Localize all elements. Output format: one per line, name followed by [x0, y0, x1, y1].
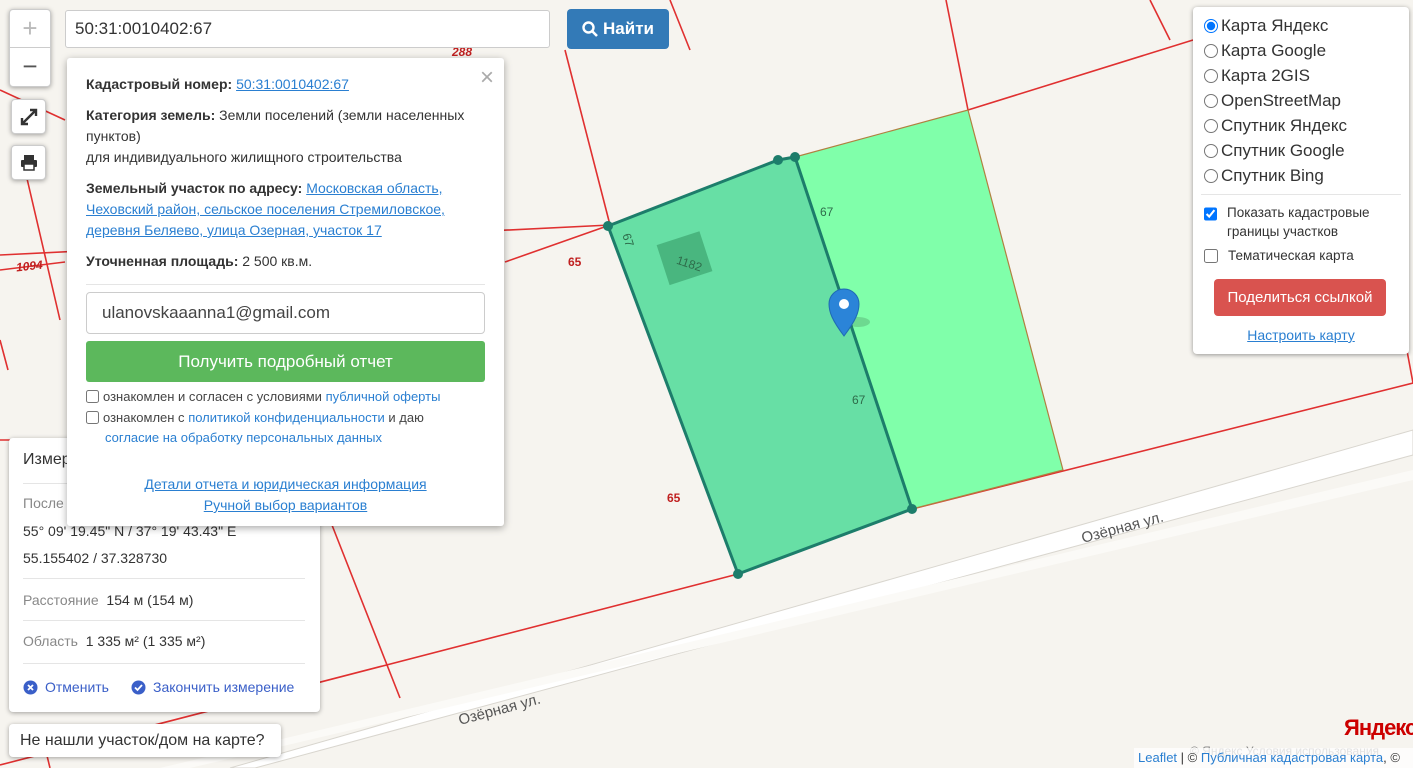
- cadastral-toggle-label: Показать кадастровые границы участков: [1227, 205, 1370, 239]
- cadastral-label: Кадастровый номер:: [86, 76, 233, 92]
- pkk-link[interactable]: Публичная кадастровая карта: [1201, 750, 1383, 765]
- area-label: Область: [23, 633, 78, 649]
- get-report-button[interactable]: Получить подробный отчет: [86, 341, 485, 382]
- divider: [23, 663, 305, 664]
- layer-option[interactable]: Карта Google: [1204, 41, 1326, 61]
- offer-text: ознакомлен и согласен с условиями: [103, 389, 322, 404]
- cadastral-toggle[interactable]: Показать кадастровые границы участков: [1204, 203, 1399, 241]
- search-button[interactable]: Найти: [567, 9, 669, 49]
- layer-label: Карта 2GIS: [1221, 66, 1310, 85]
- configure-map-link[interactable]: Настроить карту: [1247, 327, 1355, 343]
- attribution-sep: | ©: [1180, 750, 1198, 765]
- layer-radio[interactable]: [1204, 69, 1218, 83]
- area-value: 1 335 м² (1 335 м²): [85, 633, 206, 649]
- share-link-button[interactable]: Поделиться ссылкой: [1214, 279, 1386, 316]
- layer-label: Карта Яндекс: [1221, 16, 1329, 35]
- layer-label: Карта Google: [1221, 41, 1327, 60]
- divider: [23, 578, 305, 579]
- map-attribution: Leaflet | © Публичная кадастровая карта,…: [1134, 748, 1413, 768]
- search-button-label: Найти: [603, 19, 654, 38]
- layer-option[interactable]: Карта 2GIS: [1204, 66, 1310, 86]
- distance-label: Расстояние: [23, 592, 99, 608]
- close-popup-button[interactable]: ×: [480, 64, 494, 92]
- zoom-control: + −: [9, 9, 51, 87]
- thematic-toggle-label: Тематическая карта: [1228, 248, 1354, 263]
- print-button[interactable]: [11, 145, 46, 180]
- thematic-checkbox[interactable]: [1204, 249, 1218, 263]
- coords-decimal: 55.155402 / 37.328730: [23, 550, 168, 566]
- finish-measure-button[interactable]: Закончить измерение: [131, 679, 294, 695]
- privacy-text: ознакомлен с: [103, 410, 185, 425]
- layer-option[interactable]: Спутник Google: [1204, 141, 1345, 161]
- offer-checkbox[interactable]: [86, 390, 99, 403]
- layer-option[interactable]: Карта Яндекс: [1204, 16, 1328, 36]
- category-use: для индивидуального жилищного строительс…: [86, 149, 402, 165]
- fullscreen-button[interactable]: [11, 99, 46, 134]
- cancel-icon: [23, 680, 38, 694]
- yandex-logo: Яндекс: [1344, 715, 1413, 740]
- privacy-link[interactable]: политикой конфиденциальности: [188, 410, 385, 425]
- address-label: Земельный участок по адресу:: [86, 180, 303, 196]
- not-found-button[interactable]: Не нашли участок/дом на карте?: [9, 724, 281, 757]
- layer-radio[interactable]: [1204, 144, 1218, 158]
- edge-length-label: 65: [568, 255, 582, 269]
- consent-link[interactable]: согласие на обработку персональных данны…: [105, 430, 382, 445]
- layer-label: Спутник Google: [1221, 141, 1345, 160]
- finish-measure-label: Закончить измерение: [153, 679, 295, 695]
- leaflet-link[interactable]: Leaflet: [1138, 750, 1177, 765]
- area-value: 2 500 кв.м.: [242, 253, 313, 269]
- thematic-toggle[interactable]: Тематическая карта: [1204, 248, 1354, 263]
- edge-length-label: 67: [852, 393, 866, 407]
- privacy-checkbox[interactable]: [86, 411, 99, 424]
- layer-option[interactable]: Спутник Bing: [1204, 166, 1324, 186]
- parcel-info-popup: × Кадастровый номер: 50:31:0010402:67 Ка…: [67, 58, 504, 526]
- manual-select-link[interactable]: Ручной выбор вариантов: [204, 497, 368, 513]
- expand-icon: [20, 108, 37, 125]
- zoom-in-button[interactable]: +: [10, 10, 50, 48]
- layer-label: Спутник Яндекс: [1221, 116, 1347, 135]
- divider: [1201, 194, 1401, 195]
- last-point-label: После: [23, 495, 64, 511]
- printer-icon: [20, 155, 37, 171]
- cadastral-checkbox[interactable]: [1204, 207, 1217, 221]
- check-icon: [131, 680, 146, 694]
- measure-title: Измер: [23, 451, 71, 468]
- category-label: Категория земель:: [86, 107, 216, 123]
- layer-option[interactable]: OpenStreetMap: [1204, 91, 1341, 111]
- layer-label: OpenStreetMap: [1221, 91, 1342, 110]
- edge-length-label: 67: [820, 205, 834, 219]
- cancel-measure-label: Отменить: [45, 679, 109, 695]
- layer-radio[interactable]: [1204, 19, 1218, 33]
- distance-value: 154 м (154 м): [106, 592, 194, 608]
- cancel-measure-button[interactable]: Отменить: [23, 679, 109, 695]
- layer-radio[interactable]: [1204, 94, 1218, 108]
- area-label: Уточненная площадь:: [86, 253, 239, 269]
- layer-radio[interactable]: [1204, 119, 1218, 133]
- edge-length-label: 65: [667, 491, 681, 505]
- layers-panel: Карта Яндекс Карта Google Карта 2GIS Ope…: [1193, 7, 1409, 354]
- layer-radio[interactable]: [1204, 169, 1218, 183]
- email-field[interactable]: [86, 292, 485, 334]
- privacy-text-2: и даю: [388, 410, 424, 425]
- divider: [23, 620, 305, 621]
- zoom-out-button[interactable]: −: [10, 48, 50, 85]
- privacy-agreement: ознакомлен с политикой конфиденциальност…: [86, 408, 486, 448]
- parcel-number-label: 1094: [15, 258, 43, 275]
- cadastral-link[interactable]: 50:31:0010402:67: [236, 76, 349, 92]
- layer-label: Спутник Bing: [1221, 166, 1324, 185]
- search-icon: [582, 21, 598, 37]
- divider: [86, 284, 485, 285]
- layer-option[interactable]: Спутник Яндекс: [1204, 116, 1347, 136]
- offer-agreement: ознакомлен и согласен с условиями публич…: [86, 387, 440, 407]
- offer-link[interactable]: публичной оферты: [326, 389, 441, 404]
- layer-radio[interactable]: [1204, 44, 1218, 58]
- details-link[interactable]: Детали отчета и юридическая информация: [144, 476, 426, 492]
- attribution-tail: , ©: [1383, 750, 1400, 765]
- search-input[interactable]: [65, 10, 550, 48]
